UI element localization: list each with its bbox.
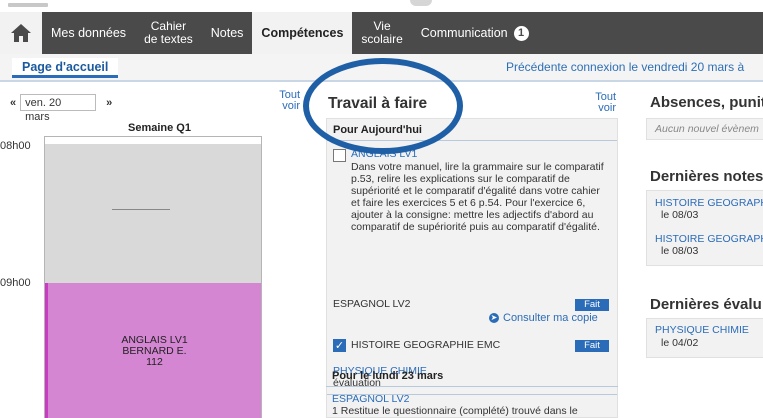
- nav-communication[interactable]: Communication 1: [412, 12, 538, 54]
- prev-day-icon[interactable]: «: [10, 97, 16, 109]
- consult-copy-link[interactable]: ➤ Consulter ma copie: [489, 312, 598, 324]
- sub-bar: Page d'accueil Précédente connexion le v…: [0, 54, 763, 82]
- agenda-see-all-link[interactable]: Tout voir: [270, 90, 300, 112]
- slot-divider: [112, 209, 170, 210]
- homework-subject[interactable]: ESPAGNOL LV2: [333, 298, 410, 310]
- section-today: Pour Aujourd'hui: [333, 124, 422, 136]
- consult-label: Consulter ma copie: [503, 312, 598, 324]
- note-date: le 08/03: [661, 209, 699, 221]
- homework-checkbox[interactable]: [333, 149, 346, 162]
- section-divider: [327, 140, 617, 141]
- homework-see-all-link[interactable]: Tout voir: [584, 92, 616, 114]
- nav-label: Cahier de textes: [144, 19, 193, 46]
- homework-description: 1 Restitue le questionnaire (complété) t…: [332, 405, 578, 417]
- home-button[interactable]: [0, 12, 42, 54]
- date-picker[interactable]: ven. 20 mars: [20, 94, 97, 123]
- homework-subject[interactable]: ANGLAIS LV1: [351, 148, 417, 160]
- absences-title: Absences, punit: [650, 94, 763, 111]
- nav-notes[interactable]: Notes: [202, 12, 253, 54]
- section-divider: [326, 386, 618, 387]
- notes-box: HISTOIRE GEOGRAPH le 08/03 HISTOIRE GEOG…: [646, 190, 763, 266]
- homework-panel: Travail à faire Tout voir Pour Aujourd'hu…: [322, 84, 620, 418]
- lesson-details: ANGLAIS LV1 BERNARD E. 112: [48, 335, 261, 368]
- lesson-room: 112: [146, 356, 163, 368]
- homework-subject[interactable]: HISTOIRE GEOGRAPHIE EMC: [351, 339, 500, 351]
- absences-empty-text: Aucun nouvel évènem: [655, 123, 759, 135]
- tab-page-accueil[interactable]: Page d'accueil: [12, 58, 119, 78]
- last-connection-text: Précédente connexion le vendredi 20 mars…: [506, 60, 745, 74]
- top-logo-mark: [8, 3, 48, 7]
- note-date: le 08/03: [661, 245, 699, 257]
- next-day-icon[interactable]: »: [106, 97, 112, 109]
- homework-checkbox-checked[interactable]: ✓: [333, 339, 346, 352]
- home-icon: [11, 24, 31, 42]
- hour-label-09: 09h00: [0, 277, 31, 289]
- week-label: Semaine Q1: [128, 122, 191, 134]
- empty-slot: [45, 144, 261, 284]
- date-navigator: « ven. 20 mars »: [10, 94, 112, 123]
- right-panel: Absences, punit Aucun nouvel évènem Dern…: [644, 84, 763, 418]
- homework-header: Travail à faire Tout voir: [322, 84, 620, 122]
- agenda-panel: « ven. 20 mars » Tout voir Semaine Q1 08h…: [0, 84, 300, 418]
- nav-cahier-de-textes[interactable]: Cahier de textes: [135, 12, 202, 54]
- nav-label: Communication: [420, 25, 508, 40]
- note-subject[interactable]: HISTOIRE GEOGRAPH: [655, 197, 763, 209]
- done-badge: Fait: [575, 299, 609, 311]
- section-monday: Pour le lundi 23 mars: [332, 370, 444, 382]
- homework-title: Travail à faire: [328, 95, 428, 112]
- main-nav: Mes données Cahier de textes Notes Compét…: [0, 12, 763, 54]
- homework-subject[interactable]: ESPAGNOL LV2: [332, 393, 409, 405]
- notification-badge: 1: [513, 25, 529, 41]
- homework-description: Dans votre manuel, lire la grammaire sur…: [351, 161, 604, 233]
- lesson-slot[interactable]: ANGLAIS LV1 BERNARD E. 112: [45, 283, 261, 418]
- evaluation-subject[interactable]: PHYSIQUE CHIMIE: [655, 324, 749, 336]
- absences-box: Aucun nouvel évènem: [646, 118, 763, 140]
- nav-label: Compétences: [261, 25, 344, 40]
- hour-label-08: 08h00: [0, 140, 31, 152]
- nav-competences[interactable]: Compétences: [252, 12, 353, 54]
- evaluation-date: le 04/02: [661, 337, 699, 349]
- notes-title: Dernières notes: [650, 168, 763, 185]
- nav-label: Vie scolaire: [361, 19, 403, 46]
- nav-mes-donnees[interactable]: Mes données: [42, 12, 135, 54]
- nav-label: Mes données: [51, 25, 127, 40]
- evaluations-box: PHYSIQUE CHIMIE le 04/02: [646, 318, 763, 358]
- evaluations-title: Dernières évalu: [650, 296, 762, 313]
- nav-vie-scolaire[interactable]: Vie scolaire: [352, 12, 411, 54]
- nav-label: Notes: [210, 25, 244, 40]
- done-badge: Fait: [575, 340, 609, 352]
- note-subject[interactable]: HISTOIRE GEOGRAPH: [655, 233, 763, 245]
- arrow-right-icon: ➤: [489, 313, 499, 323]
- top-decoration: [410, 0, 432, 6]
- top-strip: [0, 0, 763, 12]
